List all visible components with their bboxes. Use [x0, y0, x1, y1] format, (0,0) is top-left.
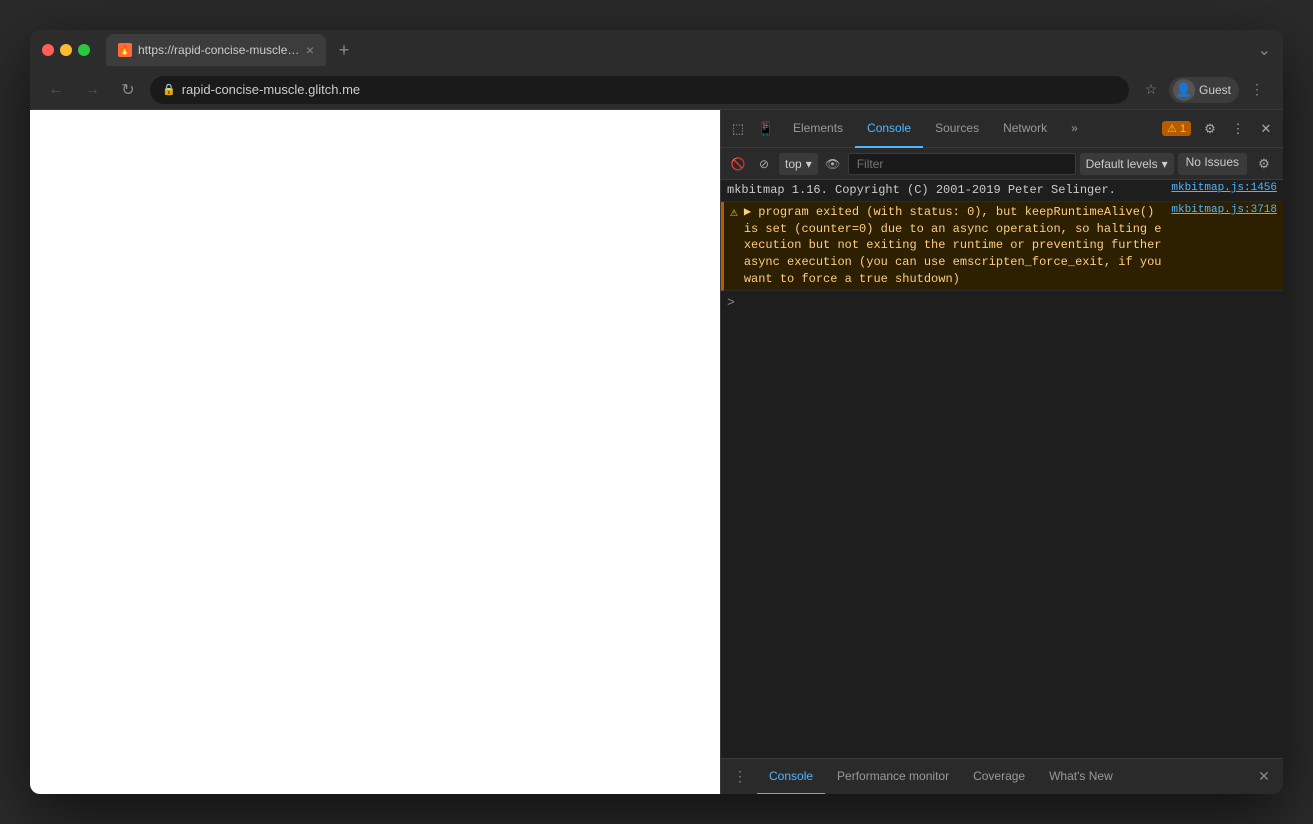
console-filter-button[interactable]: ⊘: [753, 153, 775, 175]
back-button[interactable]: ←: [42, 76, 70, 104]
browser-tab[interactable]: 🔥 https://rapid-concise-muscle.g… ×: [106, 34, 326, 66]
profile-label: Guest: [1199, 83, 1231, 97]
bottom-tab-whats-new[interactable]: What's New: [1037, 759, 1125, 795]
chevron-down-icon: ▾: [1162, 157, 1168, 171]
close-button[interactable]: [42, 44, 54, 56]
tab-close-button[interactable]: ×: [306, 43, 314, 57]
devtools-panel: ⬚ 📱 Elements Console Sources Network: [720, 110, 1283, 794]
devtools-tabs: Elements Console Sources Network »: [781, 110, 1160, 148]
warning-icon: ⚠: [1167, 122, 1177, 135]
page-content: [30, 110, 720, 794]
console-prompt: >: [721, 291, 1283, 314]
prompt-symbol: >: [727, 295, 735, 310]
chevron-down-icon: ▾: [806, 157, 812, 171]
console-output[interactable]: mkbitmap 1.16. Copyright (C) 2001-2019 P…: [721, 180, 1283, 758]
bottom-tabs: Console Performance monitor Coverage Wha…: [753, 759, 1251, 795]
reload-button[interactable]: ↻: [114, 76, 142, 104]
address-bar[interactable]: 🔒 rapid-concise-muscle.glitch.me: [150, 76, 1129, 104]
devtools-close-button[interactable]: ✕: [1253, 116, 1279, 142]
maximize-button[interactable]: [78, 44, 90, 56]
devtools-tab-more[interactable]: »: [1059, 110, 1090, 148]
nav-bar: ← → ↻ 🔒 rapid-concise-muscle.glitch.me ☆…: [30, 70, 1283, 110]
devtools-more-button[interactable]: ⋮: [1225, 116, 1251, 142]
warning-triangle-icon: ⚠: [730, 205, 738, 220]
main-content: ⬚ 📱 Elements Console Sources Network: [30, 110, 1283, 794]
bottom-tab-console[interactable]: Console: [757, 759, 825, 795]
bottom-tab-coverage[interactable]: Coverage: [961, 759, 1037, 795]
minimize-button[interactable]: [60, 44, 72, 56]
console-settings-button[interactable]: ⚙: [1251, 151, 1277, 177]
bottom-close-button[interactable]: ✕: [1251, 764, 1277, 790]
profile-button[interactable]: 👤 Guest: [1169, 77, 1239, 103]
default-levels-button[interactable]: Default levels ▾: [1080, 153, 1174, 175]
url-text: rapid-concise-muscle.glitch.me: [182, 82, 360, 97]
bottom-tab-performance-monitor[interactable]: Performance monitor: [825, 759, 961, 795]
console-warning-line: ⚠ ▶ program exited (with status: 0), but…: [721, 202, 1283, 291]
lock-icon: 🔒: [162, 83, 176, 96]
title-bar: 🔥 https://rapid-concise-muscle.g… × + ⌄: [30, 30, 1283, 70]
devtools-toolbar-right: ⚠ 1 ⚙ ⋮ ✕: [1162, 116, 1279, 142]
console-warning-link[interactable]: mkbitmap.js:3718: [1171, 204, 1277, 216]
console-line: mkbitmap 1.16. Copyright (C) 2001-2019 P…: [721, 180, 1283, 202]
tab-title: https://rapid-concise-muscle.g…: [138, 43, 300, 57]
no-issues-button[interactable]: No Issues: [1178, 153, 1247, 175]
devtools-settings-button[interactable]: ⚙: [1197, 116, 1223, 142]
devtools-tab-elements[interactable]: Elements: [781, 110, 855, 148]
devtools-bottom-bar: ⋮ Console Performance monitor Coverage W…: [721, 758, 1283, 794]
tab-favicon: 🔥: [118, 43, 132, 57]
devtools-toolbar: ⬚ 📱 Elements Console Sources Network: [721, 110, 1283, 148]
context-selector[interactable]: top ▾: [779, 153, 818, 175]
browser-window: 🔥 https://rapid-concise-muscle.g… × + ⌄ …: [30, 30, 1283, 794]
window-controls: ⌄: [1258, 40, 1271, 60]
device-toolbar-button[interactable]: 📱: [753, 116, 779, 142]
more-button[interactable]: ⋮: [1243, 76, 1271, 104]
bookmarks-button[interactable]: ☆: [1137, 76, 1165, 104]
console-filter-input[interactable]: [848, 153, 1076, 175]
forward-button[interactable]: →: [78, 76, 106, 104]
profile-icon: 👤: [1173, 79, 1195, 101]
devtools-tab-network[interactable]: Network: [991, 110, 1059, 148]
nav-actions: ☆ 👤 Guest ⋮: [1137, 76, 1271, 104]
console-eye-button[interactable]: 👁: [822, 153, 844, 175]
console-clear-button[interactable]: 🚫: [727, 153, 749, 175]
tab-bar: 🔥 https://rapid-concise-muscle.g… × +: [106, 34, 1250, 66]
inspect-element-button[interactable]: ⬚: [725, 116, 751, 142]
traffic-lights: [42, 44, 90, 56]
console-source-link[interactable]: mkbitmap.js:1456: [1171, 182, 1277, 194]
devtools-tab-sources[interactable]: Sources: [923, 110, 991, 148]
console-warning-message: ▶ program exited (with status: 0), but k…: [744, 204, 1166, 288]
warning-count: 1: [1180, 123, 1186, 135]
console-toolbar: 🚫 ⊘ top ▾ 👁 Default levels ▾ No Issues ⚙: [721, 148, 1283, 180]
new-tab-button[interactable]: +: [330, 36, 358, 64]
bottom-menu-button[interactable]: ⋮: [727, 764, 753, 790]
warning-badge[interactable]: ⚠ 1: [1162, 121, 1191, 136]
devtools-tab-console[interactable]: Console: [855, 110, 923, 148]
console-message: mkbitmap 1.16. Copyright (C) 2001-2019 P…: [727, 182, 1165, 199]
